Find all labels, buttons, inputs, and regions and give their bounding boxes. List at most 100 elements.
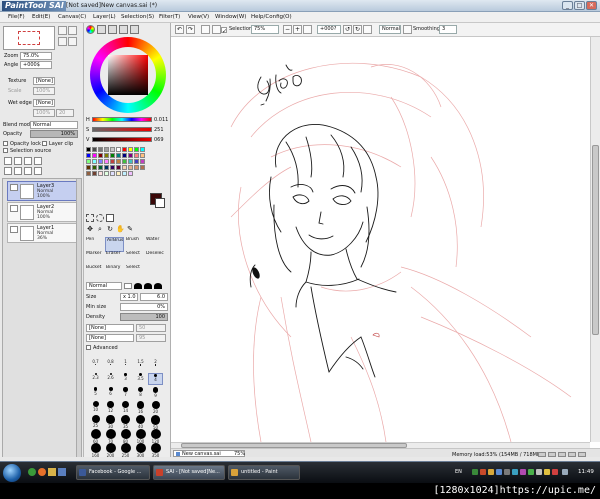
volume-icon[interactable] xyxy=(562,469,568,475)
rotate-left-icon[interactable]: ↺ xyxy=(343,25,352,34)
brush-size-preset[interactable]: 7 xyxy=(118,387,133,399)
color-wheel-tab-icon[interactable] xyxy=(86,25,95,34)
quick-launch-folder-icon[interactable] xyxy=(48,468,56,476)
color-swatch[interactable] xyxy=(104,147,109,152)
brush-size-preset[interactable]: 70 xyxy=(103,429,118,444)
zoom-out-icon[interactable] xyxy=(68,26,77,35)
brush-size-preset[interactable]: 4 xyxy=(148,373,163,385)
brush-size-preset[interactable]: 3.5 xyxy=(133,373,148,385)
tool-water[interactable]: Water xyxy=(145,237,164,252)
rotate-left-icon[interactable] xyxy=(58,37,67,46)
menu-layer[interactable]: Layer(L) xyxy=(93,14,116,20)
new-set-icon[interactable] xyxy=(14,157,22,165)
color-swatch-tab-icon[interactable] xyxy=(119,25,128,34)
brush-size-preset[interactable]: 0.7 xyxy=(88,359,103,371)
menu-selection[interactable]: Selection(S) xyxy=(121,14,154,20)
color-swatch[interactable] xyxy=(86,171,91,176)
clear-layer-icon[interactable] xyxy=(34,167,42,175)
tool-pen[interactable]: Pen xyxy=(85,237,104,252)
color-swatch[interactable] xyxy=(92,165,97,170)
brush-size-preset[interactable]: 6 xyxy=(103,387,118,399)
tray-app-icon[interactable] xyxy=(512,469,518,475)
show-desktop-icon[interactable] xyxy=(58,468,66,476)
brush-shape-select[interactable]: [None] xyxy=(86,324,134,332)
size-multiplier[interactable]: x 1.0 xyxy=(120,293,138,301)
color-swatch[interactable] xyxy=(128,171,133,176)
canvas-vertical-scrollbar[interactable] xyxy=(590,37,600,442)
color-swatch[interactable] xyxy=(140,147,145,152)
brush-size-preset[interactable]: 80 xyxy=(118,429,133,444)
angle-field[interactable]: +000$ xyxy=(20,61,52,69)
brush-size-preset[interactable]: 100 xyxy=(133,429,148,444)
new-layer-icon[interactable] xyxy=(4,157,12,165)
brush-size-preset[interactable]: 350 xyxy=(148,443,163,458)
color-swatch[interactable] xyxy=(92,147,97,152)
rotate-right-icon[interactable] xyxy=(68,37,77,46)
brush-shape-flat-icon[interactable] xyxy=(124,283,132,289)
color-swatch[interactable] xyxy=(110,165,115,170)
color-swatch[interactable] xyxy=(92,153,97,158)
layer-row-layer1[interactable]: Layer1 Normal 36% xyxy=(7,223,77,243)
canvas-zoom-field[interactable]: 75% xyxy=(251,25,279,34)
tool-airbrush[interactable]: AirBrush xyxy=(105,237,124,252)
tray-app-icon[interactable] xyxy=(472,469,478,475)
undo-icon[interactable]: ↶ xyxy=(175,25,184,34)
brush-size-preset[interactable]: 160 xyxy=(88,443,103,458)
zoom-field[interactable]: 75.0% xyxy=(20,52,52,60)
wet-edge-select[interactable]: [None] xyxy=(33,99,55,107)
brush-size-preset[interactable]: 16 xyxy=(133,401,148,414)
quick-launch-firefox-icon[interactable] xyxy=(38,468,46,476)
tool-brush[interactable]: Brush xyxy=(125,237,144,252)
brush-size-preset[interactable]: 3 xyxy=(118,373,133,385)
hand-icon[interactable]: ✋ xyxy=(116,225,125,233)
brush-mode-select[interactable]: Normal xyxy=(86,282,122,290)
color-swatch[interactable] xyxy=(98,159,103,164)
rect-select-icon[interactable] xyxy=(86,214,94,222)
wet-edge-intensity-field[interactable]: 20 xyxy=(56,109,74,117)
color-swatch[interactable] xyxy=(86,165,91,170)
layer-clip-checkbox[interactable] xyxy=(42,141,47,146)
rotate-right-icon[interactable]: ↻ xyxy=(353,25,362,34)
size-field[interactable]: 6.0 xyxy=(140,293,168,301)
color-swatch[interactable] xyxy=(116,171,121,176)
color-wheel[interactable] xyxy=(90,37,166,113)
density-slider[interactable]: 100 xyxy=(120,313,168,321)
scale-field[interactable]: 100% xyxy=(33,87,55,95)
texture-select[interactable]: [None] xyxy=(33,77,55,85)
apply-mask-icon[interactable] xyxy=(34,157,42,165)
smoothing-field[interactable]: 3 xyxy=(439,25,457,34)
brush-size-preset[interactable]: 50 xyxy=(148,415,163,430)
canvas-tab[interactable]: New canvas.sai 75% xyxy=(173,450,245,457)
brush-shape-round-icon[interactable] xyxy=(134,283,142,289)
zoom-in-icon[interactable] xyxy=(58,26,67,35)
tray-app-icon[interactable] xyxy=(520,469,526,475)
color-swatch[interactable] xyxy=(98,147,103,152)
rotate-reset-icon[interactable] xyxy=(363,25,372,34)
color-swatch[interactable] xyxy=(110,147,115,152)
tray-app-icon[interactable] xyxy=(496,469,502,475)
copy-layer-icon[interactable] xyxy=(4,167,12,175)
selection-checkbox[interactable]: ✓ xyxy=(221,27,227,35)
layer-list-scrollbar[interactable] xyxy=(76,178,82,463)
color-swatch[interactable] xyxy=(92,159,97,164)
brush-size-preset[interactable]: 20 xyxy=(148,401,163,414)
brush-size-preset[interactable]: 14 xyxy=(118,401,133,413)
color-swatch[interactable] xyxy=(86,159,91,164)
rotate-icon[interactable]: ↻ xyxy=(106,225,114,233)
quick-launch-browser-icon[interactable] xyxy=(28,468,36,476)
secondary-color[interactable] xyxy=(155,198,165,208)
maximize-button[interactable]: □ xyxy=(574,1,585,10)
brush-size-preset[interactable]: 12 xyxy=(103,401,118,413)
eye-icon[interactable] xyxy=(10,184,18,191)
hue-slider[interactable] xyxy=(92,117,152,122)
menu-filter[interactable]: Filter(T) xyxy=(159,14,180,20)
menu-help[interactable]: Help/Config(O) xyxy=(251,14,292,20)
tool-marker[interactable]: Marker xyxy=(85,251,104,266)
color-swatch[interactable] xyxy=(110,159,115,164)
redo-icon[interactable]: ↷ xyxy=(186,25,195,34)
eye-icon[interactable] xyxy=(10,226,18,233)
task-sai[interactable]: SAI - [Not saved]Ne... xyxy=(153,465,225,480)
color-swatch[interactable] xyxy=(98,153,103,158)
brush-size-preset[interactable]: 5 xyxy=(88,387,103,399)
deselect-icon[interactable] xyxy=(201,25,210,34)
